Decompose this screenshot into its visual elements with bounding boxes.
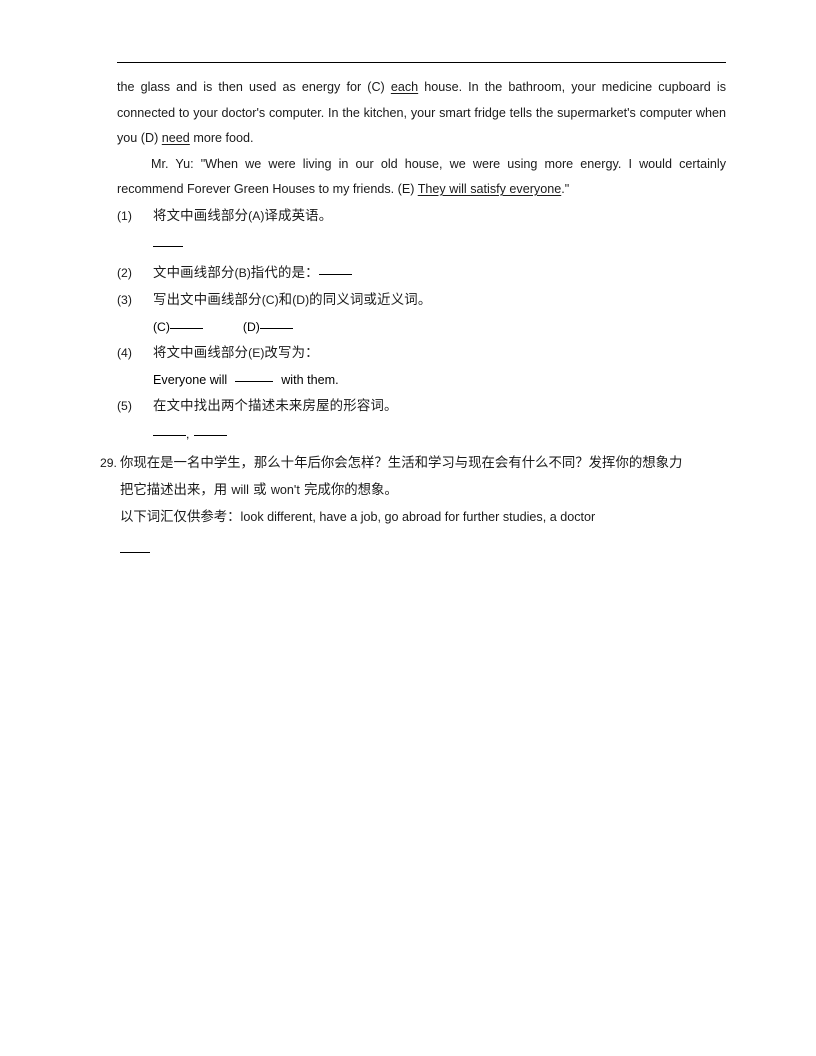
question-29-body: 你现在是一名中学生，那么十年后你会怎样？生活和学习与现在会有什么不同？发挥你的想… — [120, 451, 726, 563]
answer-separator: , — [186, 426, 190, 441]
answer-blank-5b[interactable] — [193, 434, 227, 436]
passage-text-end: more food. — [189, 131, 254, 145]
underlined-word-need: need — [161, 131, 190, 145]
sub-question-1: (1) 将文中画线部分(A)译成英语。 — [117, 203, 726, 230]
passage-paragraph-quote: Mr. Yu: "When we were living in our old … — [117, 152, 726, 203]
sub-question-5-answer-area: , — [117, 420, 726, 448]
question-29-hint-label: 以下词汇仅供参考： — [120, 510, 241, 525]
question-29-line-2: 把它描述出来，用 will 或 won't 完成你的想象。 — [120, 477, 726, 504]
sub-question-3-text-after: 的同义词或近义词。 — [309, 292, 432, 308]
sub-question-2-text-before: 文中画线部分 — [153, 265, 235, 281]
sub-question-3-tag-d: (D) — [292, 292, 310, 307]
sub-question-4-number: (4) — [117, 345, 132, 360]
document-page: the glass and is then used as energy for… — [0, 0, 816, 1056]
sub-question-3-number: (3) — [117, 292, 132, 307]
sub-question-5-text: 在文中找出两个描述未来房屋的形容词。 — [153, 398, 398, 414]
sub-question-4-text-before: 将文中画线部分 — [153, 345, 249, 361]
sub-question-3: (3) 写出文中画线部分(C)和(D)的同义词或近义词。 — [117, 287, 726, 314]
underlined-word-each: each — [390, 80, 419, 94]
question-29-word-will: will — [231, 483, 249, 497]
sub-question-list: (1) 将文中画线部分(A)译成英语。 (2) 文中画线部分(B)指代的是： (… — [117, 203, 726, 448]
sub-question-3-text-before: 写出文中画线部分 — [153, 292, 262, 308]
question-29-line-2-post: 完成你的想象。 — [304, 483, 398, 498]
header-divider — [117, 62, 726, 63]
sub-question-2-text-after: 指代的是： — [250, 265, 319, 281]
sub-question-3-answer-area: (C) (D) — [117, 314, 726, 340]
sub-question-1-tag: (A) — [248, 208, 265, 223]
sub-question-5: (5) 在文中找出两个描述未来房屋的形容词。 — [117, 393, 726, 420]
answer-blank-4[interactable] — [235, 380, 274, 382]
sub-question-3-label-d: (D) — [242, 319, 260, 334]
underlined-sentence-e: They will satisfy everyone — [417, 182, 562, 196]
sub-question-1-answer-area — [117, 230, 726, 260]
question-29-word-wont: won't — [270, 483, 300, 497]
answer-blank-3c[interactable] — [169, 327, 203, 329]
sub-question-4-tag: (E) — [248, 345, 265, 360]
page-content: the glass and is then used as energy for… — [117, 62, 726, 448]
question-29-answer-area — [120, 531, 726, 563]
sub-question-3-label-c: (C) — [153, 319, 170, 334]
rewrite-text-post: with them. — [281, 372, 339, 387]
question-29-line-3: 以下词汇仅供参考：look different, have a job, go … — [120, 504, 726, 531]
question-29-line-2-mid: 或 — [253, 483, 267, 498]
question-29: 29. 你现在是一名中学生，那么十年后你会怎样？生活和学习与现在会有什么不同？发… — [100, 450, 726, 563]
answer-blank-5a[interactable] — [153, 434, 186, 436]
answer-blank-1[interactable] — [153, 245, 183, 247]
sub-question-1-text-before: 将文中画线部分 — [153, 208, 249, 224]
answer-blank-3d[interactable] — [259, 327, 293, 329]
sub-question-4-rewrite-line: Everyone will with them. — [117, 367, 726, 393]
passage-paragraph-1: the glass and is then used as energy for… — [117, 75, 726, 152]
sub-question-4: (4) 将文中画线部分(E)改写为： — [117, 340, 726, 367]
sub-question-2-tag: (B) — [234, 265, 251, 280]
question-29-line-1: 你现在是一名中学生，那么十年后你会怎样？生活和学习与现在会有什么不同？发挥你的想… — [120, 456, 683, 471]
question-29-line-2-pre: 把它描述出来，用 — [120, 483, 228, 498]
sub-question-1-number: (1) — [117, 208, 132, 223]
answer-blank-29[interactable] — [120, 552, 150, 553]
sub-question-2-number: (2) — [117, 265, 132, 280]
sub-question-3-tag-c: (C) — [261, 292, 279, 307]
sub-question-2: (2) 文中画线部分(B)指代的是： — [117, 260, 726, 287]
question-29-number: 29. — [100, 456, 117, 470]
sub-question-1-text-after: 译成英语。 — [264, 208, 333, 224]
quote-text-end: ." — [561, 182, 570, 196]
question-29-hint-words: look different, have a job, go abroad fo… — [240, 510, 596, 524]
question-29-row: 29. 你现在是一名中学生，那么十年后你会怎样？生活和学习与现在会有什么不同？发… — [100, 450, 726, 563]
sub-question-3-text-mid: 和 — [278, 292, 293, 308]
rewrite-text-pre: Everyone will — [153, 372, 228, 387]
passage-text-pre: the glass and is then used as energy for… — [117, 80, 391, 94]
sub-question-5-number: (5) — [117, 398, 132, 413]
answer-blank-2[interactable] — [318, 273, 352, 275]
sub-question-4-text-after: 改写为： — [264, 345, 319, 361]
